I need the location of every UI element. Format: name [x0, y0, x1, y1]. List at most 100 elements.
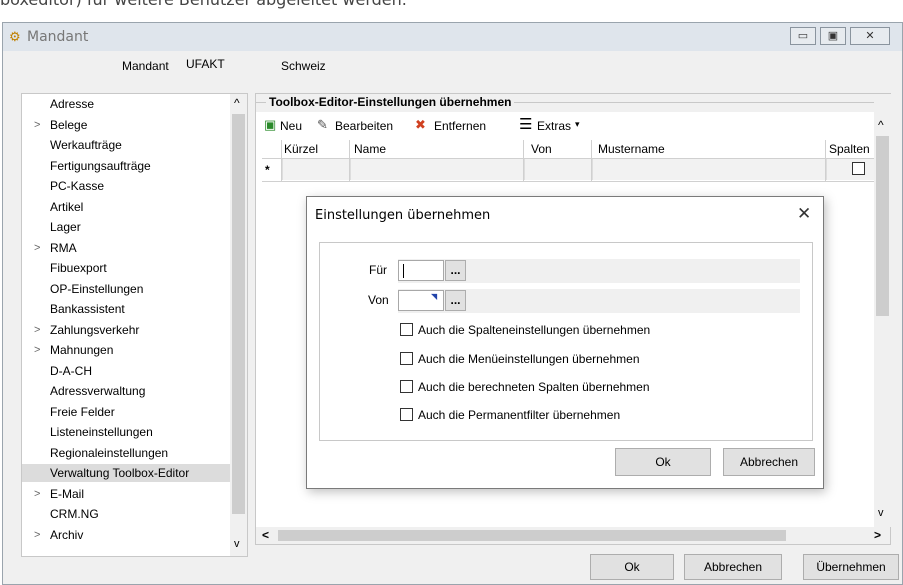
checkbox-label: Auch die Permanentfilter übernehmen [418, 408, 621, 422]
scroll-down-icon[interactable]: v [234, 538, 240, 550]
checkbox[interactable] [400, 352, 413, 365]
cancel-button[interactable]: Abbrechen [684, 554, 782, 580]
tree-item-label: Listeneinstellungen [50, 425, 153, 439]
checkbox[interactable] [400, 408, 413, 421]
tree-item[interactable]: Fertigungsaufträge [22, 157, 232, 175]
new-button[interactable]: Neu [280, 119, 302, 133]
table-row[interactable]: * [262, 159, 875, 182]
von-input[interactable]: ◥ [398, 290, 444, 311]
new-row-marker: * [265, 163, 270, 177]
apply-button[interactable]: Übernehmen [803, 554, 899, 580]
chevron-right-icon[interactable]: > [34, 239, 40, 257]
tree-item[interactable]: Listeneinstellungen [22, 423, 232, 441]
column-header[interactable]: Kürzel [284, 142, 318, 156]
tree-item[interactable]: OP-Einstellungen [22, 280, 232, 298]
tree-item-label: Zahlungsverkehr [50, 322, 140, 337]
von-label: Von [368, 293, 389, 307]
tree-item[interactable]: CRM.NG [22, 505, 232, 523]
fuer-input[interactable] [398, 260, 444, 281]
tree-scrollbar[interactable]: ^ v [230, 94, 247, 556]
maximize-button[interactable]: ▣ [820, 27, 846, 45]
tree-item-label: CRM.NG [50, 507, 99, 521]
tree-item[interactable]: PC-Kasse [22, 177, 232, 195]
tree-item[interactable]: > Archiv [22, 526, 232, 544]
tree-item[interactable]: > Zahlungsverkehr [22, 321, 232, 339]
section-title: Toolbox-Editor-Einstellungen übernehmen [266, 95, 515, 109]
new-icon: ▣ [264, 117, 277, 132]
tree-item-label: Bankassistent [50, 302, 125, 316]
column-header[interactable]: Name [354, 142, 386, 156]
spalten-checkbox[interactable] [852, 162, 865, 175]
tree-item[interactable]: D-A-CH [22, 362, 232, 380]
mandant-label: Mandant [122, 59, 169, 73]
settings-dialog: Einstellungen übernehmen ✕ Für ... Von ◥… [306, 196, 824, 489]
dialog-ok-button[interactable]: Ok [615, 448, 711, 476]
settings-tree: Adresse > Belege Werkaufträge Fertigungsauft… [21, 93, 248, 557]
chevron-right-icon[interactable]: > [34, 341, 40, 359]
app-icon: ⚙ [9, 29, 21, 44]
extras-button[interactable]: Extras [537, 119, 571, 133]
minimize-button[interactable]: ▭ [790, 27, 816, 45]
tree-item[interactable]: > Mahnungen [22, 341, 232, 359]
extras-dropdown-icon[interactable]: ▾ [575, 119, 580, 130]
ok-button[interactable]: Ok [590, 554, 674, 580]
chevron-right-icon[interactable]: > [34, 321, 40, 339]
section-vscrollbar[interactable]: ^ v [874, 94, 891, 527]
scroll-up-icon[interactable]: ^ [234, 96, 240, 110]
tree-item-label: Fertigungsaufträge [50, 158, 151, 173]
von-browse-button[interactable]: ... [445, 290, 466, 311]
tree-item[interactable]: Lager [22, 218, 232, 236]
tree-item[interactable]: Bankassistent [22, 300, 232, 318]
tree-item[interactable]: > Belege [22, 116, 232, 134]
tree-item-label: RMA [50, 240, 77, 255]
dialog-close-icon[interactable]: ✕ [797, 204, 811, 224]
dialog-cancel-button[interactable]: Abbrechen [723, 448, 815, 476]
section-vscroll-thumb[interactable] [876, 136, 889, 316]
tree-scroll-thumb[interactable] [232, 114, 245, 514]
tree-item[interactable]: Regionaleinstellungen [22, 444, 232, 462]
tree-item[interactable]: Freie Felder [22, 403, 232, 421]
dialog-group: Für ... Von ◥ ... Auch die Spalteneinste… [319, 242, 813, 441]
tree-item-label: Adressverwaltung [50, 384, 146, 398]
tree-item[interactable]: Verwaltung Toolbox-Editor [22, 464, 232, 482]
dialog-title: Einstellungen übernehmen [315, 208, 491, 223]
column-header[interactable]: Spalten [829, 142, 870, 156]
scroll-left-icon[interactable]: < [262, 528, 269, 542]
mandant-field: UFAKT [183, 56, 259, 76]
column-header[interactable]: Mustername [598, 142, 665, 156]
tree-item-label: Adresse [50, 97, 95, 111]
section-hscroll-thumb[interactable] [278, 530, 786, 541]
title-bar: ⚙ Mandant ▭ ▣ ✕ [3, 23, 902, 51]
tree-item[interactable]: > E-Mail [22, 485, 232, 503]
background-document-text: boxeditor) für weitere Benutzer abgeleit… [0, 0, 407, 9]
scroll-right-icon[interactable]: > [874, 528, 881, 542]
tree-item-label: Mahnungen [50, 343, 114, 357]
tree-item-label: Verwaltung Toolbox-Editor [50, 466, 190, 480]
tree-item[interactable]: > RMA [22, 239, 232, 257]
tree-item-label: E-Mail [50, 486, 85, 501]
close-button[interactable]: ✕ [850, 27, 890, 45]
scroll-up-icon[interactable]: ^ [878, 118, 884, 132]
tree-item[interactable]: Werkaufträge [22, 136, 232, 154]
tree-item-label: Regionaleinstellungen [50, 445, 169, 460]
checkbox[interactable] [400, 323, 413, 336]
remove-icon: ✖ [415, 117, 426, 132]
column-header[interactable]: Von [531, 142, 552, 156]
checkbox-label: Auch die Spalteneinstellungen übernehmen [418, 323, 651, 337]
section-hscrollbar[interactable]: < > [256, 527, 890, 544]
tree-item[interactable]: Adresse [22, 95, 232, 113]
checkbox-label: Auch die Menüeinstellungen übernehmen [418, 352, 640, 366]
chevron-right-icon[interactable]: > [34, 526, 40, 544]
remove-button[interactable]: Entfernen [434, 119, 486, 133]
scroll-down-icon[interactable]: v [878, 507, 884, 519]
tree-item[interactable]: Adressverwaltung [22, 382, 232, 400]
chevron-right-icon[interactable]: > [34, 485, 40, 503]
tree-item[interactable]: Fibuexport [22, 259, 232, 277]
edit-button[interactable]: Bearbeiten [335, 119, 393, 133]
fuer-browse-button[interactable]: ... [445, 260, 466, 281]
chevron-right-icon[interactable]: > [34, 116, 40, 134]
settings-grid: Kürzel Name Von Mustername Spalten * [262, 140, 875, 190]
checkbox-label: Auch die berechneten Spalten übernehmen [418, 380, 650, 394]
checkbox[interactable] [400, 380, 413, 393]
tree-item[interactable]: Artikel [22, 198, 232, 216]
